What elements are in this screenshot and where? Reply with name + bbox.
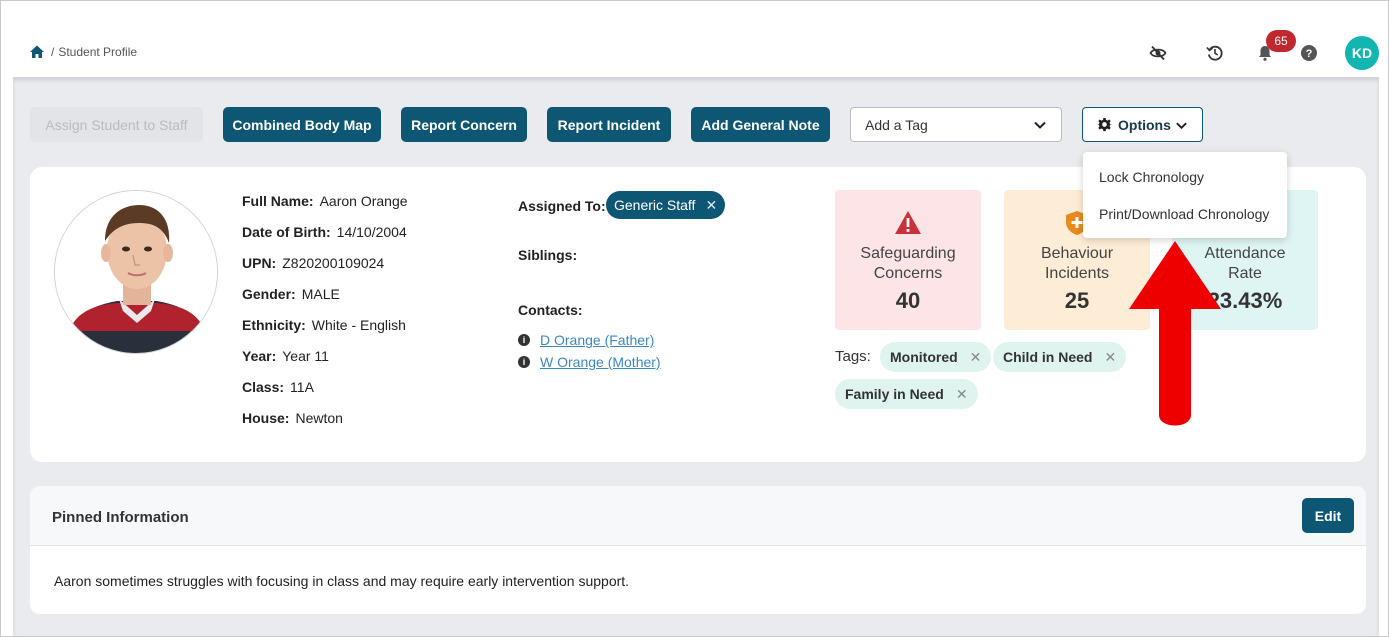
remove-tag-icon[interactable]: ✕ [1104,349,1116,366]
student-field-full-name: Full Name: Aaron Orange [242,193,408,209]
info-icon: i [518,356,530,368]
report-incident-button[interactable]: Report Incident [547,107,671,142]
siblings-label: Siblings: [518,247,578,263]
breadcrumb-current: Student Profile [58,45,138,59]
report-concern-button[interactable]: Report Concern [401,107,527,142]
contact-item: i D Orange (Father) [518,332,654,348]
add-general-note-button[interactable]: Add General Note [691,107,830,142]
student-photo [54,190,218,354]
user-avatar[interactable]: KD [1345,36,1379,70]
student-field-class: Class: 11A [242,379,314,395]
tag-chip: Child in Need ✕ [993,342,1127,372]
remove-tag-icon[interactable]: ✕ [956,386,968,403]
help-icon[interactable]: ? [1299,43,1319,63]
stat-value: 40 [895,288,921,313]
pinned-header: Pinned Information Edit [30,486,1366,546]
contacts-label: Contacts: [518,302,583,318]
pinned-information-card: Pinned Information Edit Aaron sometimes … [30,486,1366,614]
add-tag-placeholder: Add a Tag [865,116,928,133]
red-arrow-annotation [1129,241,1221,426]
combined-body-map-button[interactable]: Combined Body Map [223,107,381,142]
tag-chip: Monitored ✕ [880,342,992,372]
chevron-down-icon [1034,121,1046,129]
student-field-house: House: Newton [242,410,343,426]
pinned-text: Aaron sometimes struggles with focusing … [54,573,630,589]
info-icon: i [518,334,530,346]
gear-icon [1097,117,1112,132]
breadcrumb: / Student Profile [29,44,137,60]
breadcrumb-separator: / [51,45,55,59]
eye-off-icon[interactable] [1148,43,1168,63]
student-field-gender: Gender: MALE [242,286,340,302]
svg-text:?: ? [1306,48,1313,60]
student-field-ethnicity: Ethnicity: White - English [242,317,406,333]
assigned-to-label: Assigned To: [518,198,606,214]
assigned-staff-chip: Generic Staff ✕ [606,191,726,219]
student-field-upn: UPN: Z820200109024 [242,255,385,271]
app-window: / Student Profile 65 ? KD Assign Student… [0,0,1389,637]
chevron-down-icon [1176,122,1187,130]
history-icon[interactable] [1205,43,1225,63]
contact-item: i W Orange (Mother) [518,354,661,370]
options-dropdown-menu: Lock Chronology Print/Download Chronolog… [1083,152,1287,238]
contact-link[interactable]: D Orange (Father) [540,332,654,348]
remove-staff-icon[interactable]: ✕ [705,197,717,214]
assigned-staff-name: Generic Staff [614,197,696,213]
stat-title: Safeguarding Concerns [860,245,956,282]
warning-icon [835,210,981,236]
home-icon[interactable] [29,44,45,60]
student-field-year: Year: Year 11 [242,348,329,364]
assign-student-button[interactable]: Assign Student to Staff [30,107,203,142]
safeguarding-stat-card[interactable]: Safeguarding Concerns 40 [835,190,981,330]
edit-button[interactable]: Edit [1302,498,1354,533]
student-field-dob: Date of Birth: 14/10/2004 [242,224,407,240]
options-label: Options [1118,116,1171,133]
options-button[interactable]: Options [1082,107,1203,142]
top-bar: / Student Profile 65 ? KD [1,1,1388,77]
pinned-title: Pinned Information [52,509,189,526]
remove-tag-icon[interactable]: ✕ [970,349,982,366]
contact-link[interactable]: W Orange (Mother) [540,354,661,370]
add-tag-select[interactable]: Add a Tag [850,107,1062,142]
notification-badge: 65 [1266,30,1296,52]
tags-label: Tags: [835,348,871,365]
menu-item-lock-chronology[interactable]: Lock Chronology [1099,169,1204,185]
menu-item-print-download-chronology[interactable]: Print/Download Chronology [1099,206,1269,222]
tag-chip: Family in Need ✕ [835,379,978,409]
